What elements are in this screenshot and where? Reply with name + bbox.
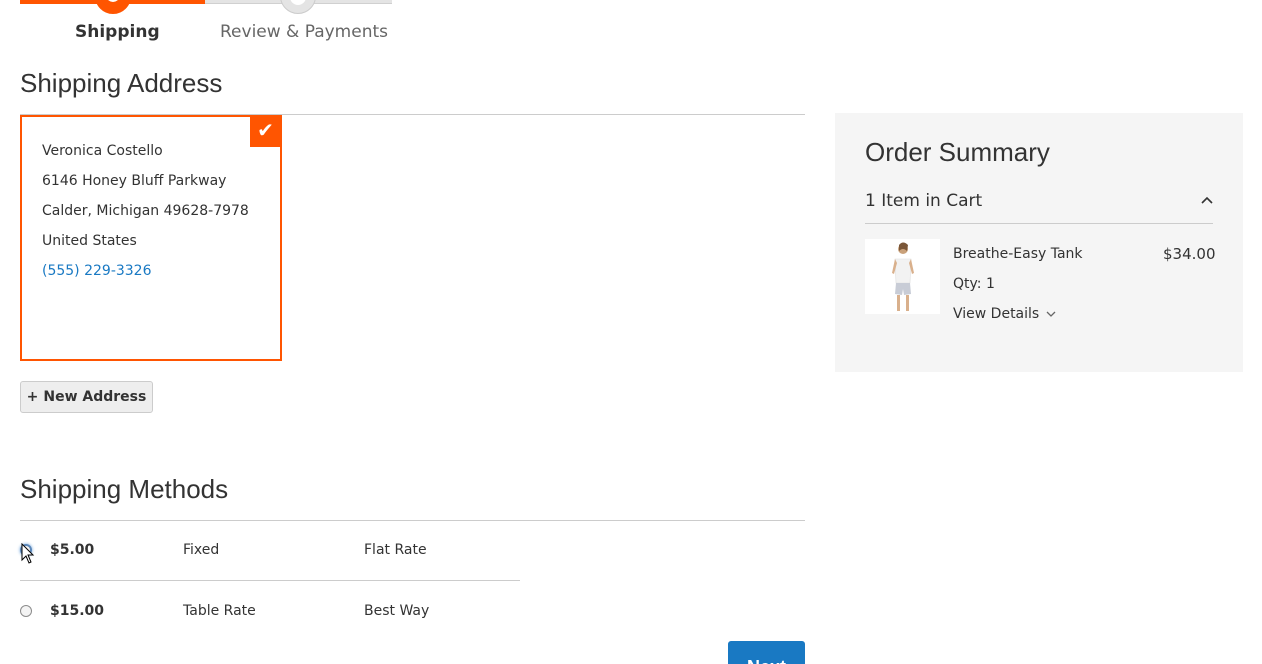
next-button[interactable]: Next (728, 641, 805, 664)
address-country: United States (42, 233, 137, 249)
shipping-method-row[interactable]: $15.00 Table Rate Best Way (20, 582, 520, 642)
checkout-progress-bar: Shipping Review & Payments (20, 0, 392, 48)
selected-check-icon: ✔ (250, 116, 281, 147)
divider (865, 223, 1213, 224)
address-city: Calder, Michigan 49628-7978 (42, 203, 249, 219)
new-address-label: New Address (43, 389, 147, 405)
order-summary-title: Order Summary (865, 137, 1050, 167)
step-review-dot (280, 0, 316, 14)
cart-items-toggle[interactable]: 1 Item in Cart (865, 191, 982, 211)
step-shipping-dot (95, 0, 131, 14)
checkout-page: Shipping Review & Payments Shipping Addr… (0, 0, 1262, 664)
step-review-label[interactable]: Review & Payments (220, 22, 388, 42)
step-shipping-label: Shipping (75, 22, 160, 42)
chevron-down-icon (1046, 311, 1056, 317)
method-carrier: Best Way (364, 603, 430, 619)
method-name: Table Rate (183, 603, 256, 619)
product-price: $34.00 (1163, 245, 1216, 263)
method-name: Fixed (183, 542, 220, 558)
address-street: 6146 Honey Bluff Parkway (42, 173, 227, 189)
plus-icon: + (26, 389, 39, 405)
address-phone-link[interactable]: (555) 229-3326 (42, 263, 152, 279)
product-thumbnail (865, 239, 940, 314)
product-name: Breathe-Easy Tank (953, 246, 1083, 262)
method-price: $5.00 (50, 542, 95, 558)
shipping-method-row[interactable]: $5.00 Fixed Flat Rate (20, 521, 520, 581)
new-address-button[interactable]: + New Address (20, 381, 153, 413)
order-summary-panel: Order Summary 1 Item in Cart Breathe-Eas… (835, 113, 1243, 372)
method-carrier: Flat Rate (364, 542, 427, 558)
chevron-up-icon[interactable] (1200, 193, 1214, 207)
view-details-toggle[interactable]: View Details (953, 306, 1057, 322)
mouse-cursor-icon (21, 543, 35, 564)
address-name: Veronica Costello (42, 143, 163, 159)
shipping-address-title: Shipping Address (20, 68, 223, 98)
view-details-label: View Details (953, 306, 1040, 322)
shipping-method-radio[interactable] (20, 605, 32, 617)
shipping-address-card[interactable]: ✔ Veronica Costello 6146 Honey Bluff Par… (20, 115, 282, 361)
product-qty: Qty: 1 (953, 276, 995, 292)
shipping-methods-title: Shipping Methods (20, 474, 229, 504)
method-price: $15.00 (50, 603, 105, 619)
